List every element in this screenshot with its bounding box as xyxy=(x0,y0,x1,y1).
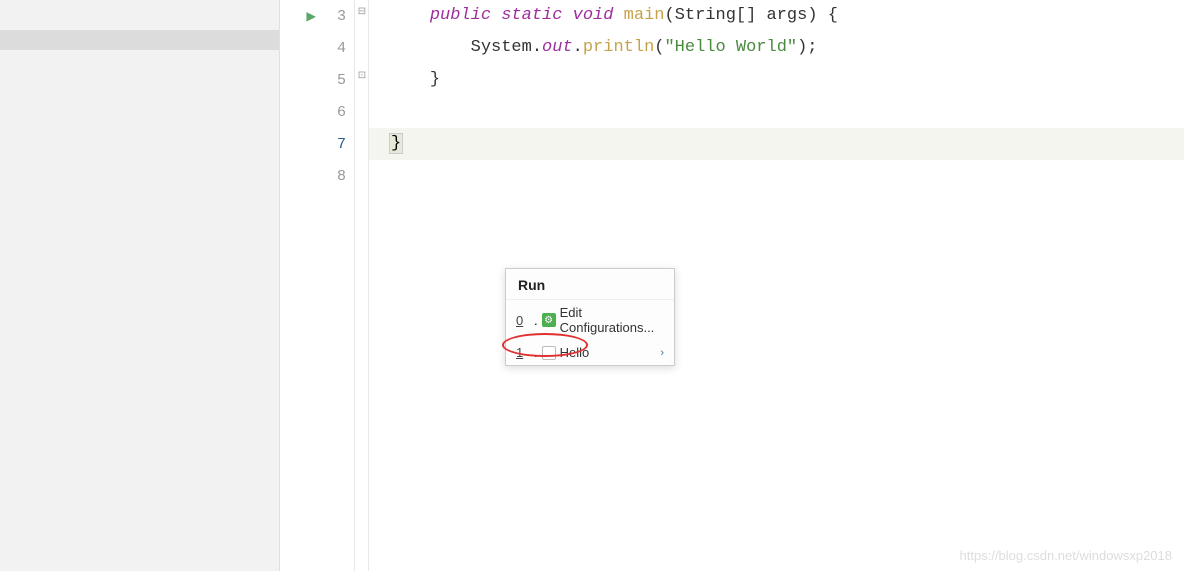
popup-title: Run xyxy=(506,269,674,300)
gutter-line-3[interactable]: ▶ 3 xyxy=(280,0,354,32)
gutter-line-8[interactable]: 8 xyxy=(280,160,354,192)
popup-item-label: Hello xyxy=(560,345,657,360)
gutter-line-5[interactable]: 5 xyxy=(280,64,354,96)
app-icon xyxy=(542,346,556,360)
line-number-gutter: ▶ 3 4 5 6 7 8 xyxy=(280,0,355,571)
chevron-right-icon: › xyxy=(660,347,664,359)
code-line-5[interactable]: } xyxy=(369,64,1184,96)
line-number: 4 xyxy=(337,40,346,57)
line-number: 3 xyxy=(337,8,346,25)
fold-close-icon[interactable]: ⊡ xyxy=(357,70,367,81)
line-number: 8 xyxy=(337,168,346,185)
fold-open-icon[interactable]: ⊟ xyxy=(357,6,367,17)
line-number: 7 xyxy=(337,136,346,153)
code-line-6[interactable] xyxy=(369,96,1184,128)
sidebar-selected-item[interactable] xyxy=(0,30,279,50)
popup-item-edit-configurations[interactable]: 0. ⚙ Edit Configurations... xyxy=(506,300,674,340)
code-line-7[interactable]: } xyxy=(369,128,1184,160)
code-line-4[interactable]: System.out.println("Hello World"); xyxy=(369,32,1184,64)
gutter-line-7[interactable]: 7 xyxy=(280,128,354,160)
popup-item-num: 1 xyxy=(516,345,530,360)
gutter-line-6[interactable]: 6 xyxy=(280,96,354,128)
line-number: 5 xyxy=(337,72,346,89)
popup-item-label: Edit Configurations... xyxy=(560,305,664,335)
caret-position: } xyxy=(389,133,403,154)
run-popup: Run 0. ⚙ Edit Configurations... 1. Hello… xyxy=(505,268,675,366)
gutter-line-4[interactable]: 4 xyxy=(280,32,354,64)
line-number: 6 xyxy=(337,104,346,121)
run-gutter-icon[interactable]: ▶ xyxy=(306,6,316,26)
fold-column: ⊟ ⊡ xyxy=(355,0,369,571)
code-line-8[interactable] xyxy=(369,160,1184,192)
code-line-3[interactable]: public static void main(String[] args) { xyxy=(369,0,1184,32)
project-sidebar[interactable] xyxy=(0,0,280,571)
gear-icon: ⚙ xyxy=(542,313,556,327)
code-editor[interactable]: public static void main(String[] args) {… xyxy=(369,0,1184,571)
popup-item-num: 0 xyxy=(516,313,530,328)
popup-item-hello[interactable]: 1. Hello › xyxy=(506,340,674,365)
